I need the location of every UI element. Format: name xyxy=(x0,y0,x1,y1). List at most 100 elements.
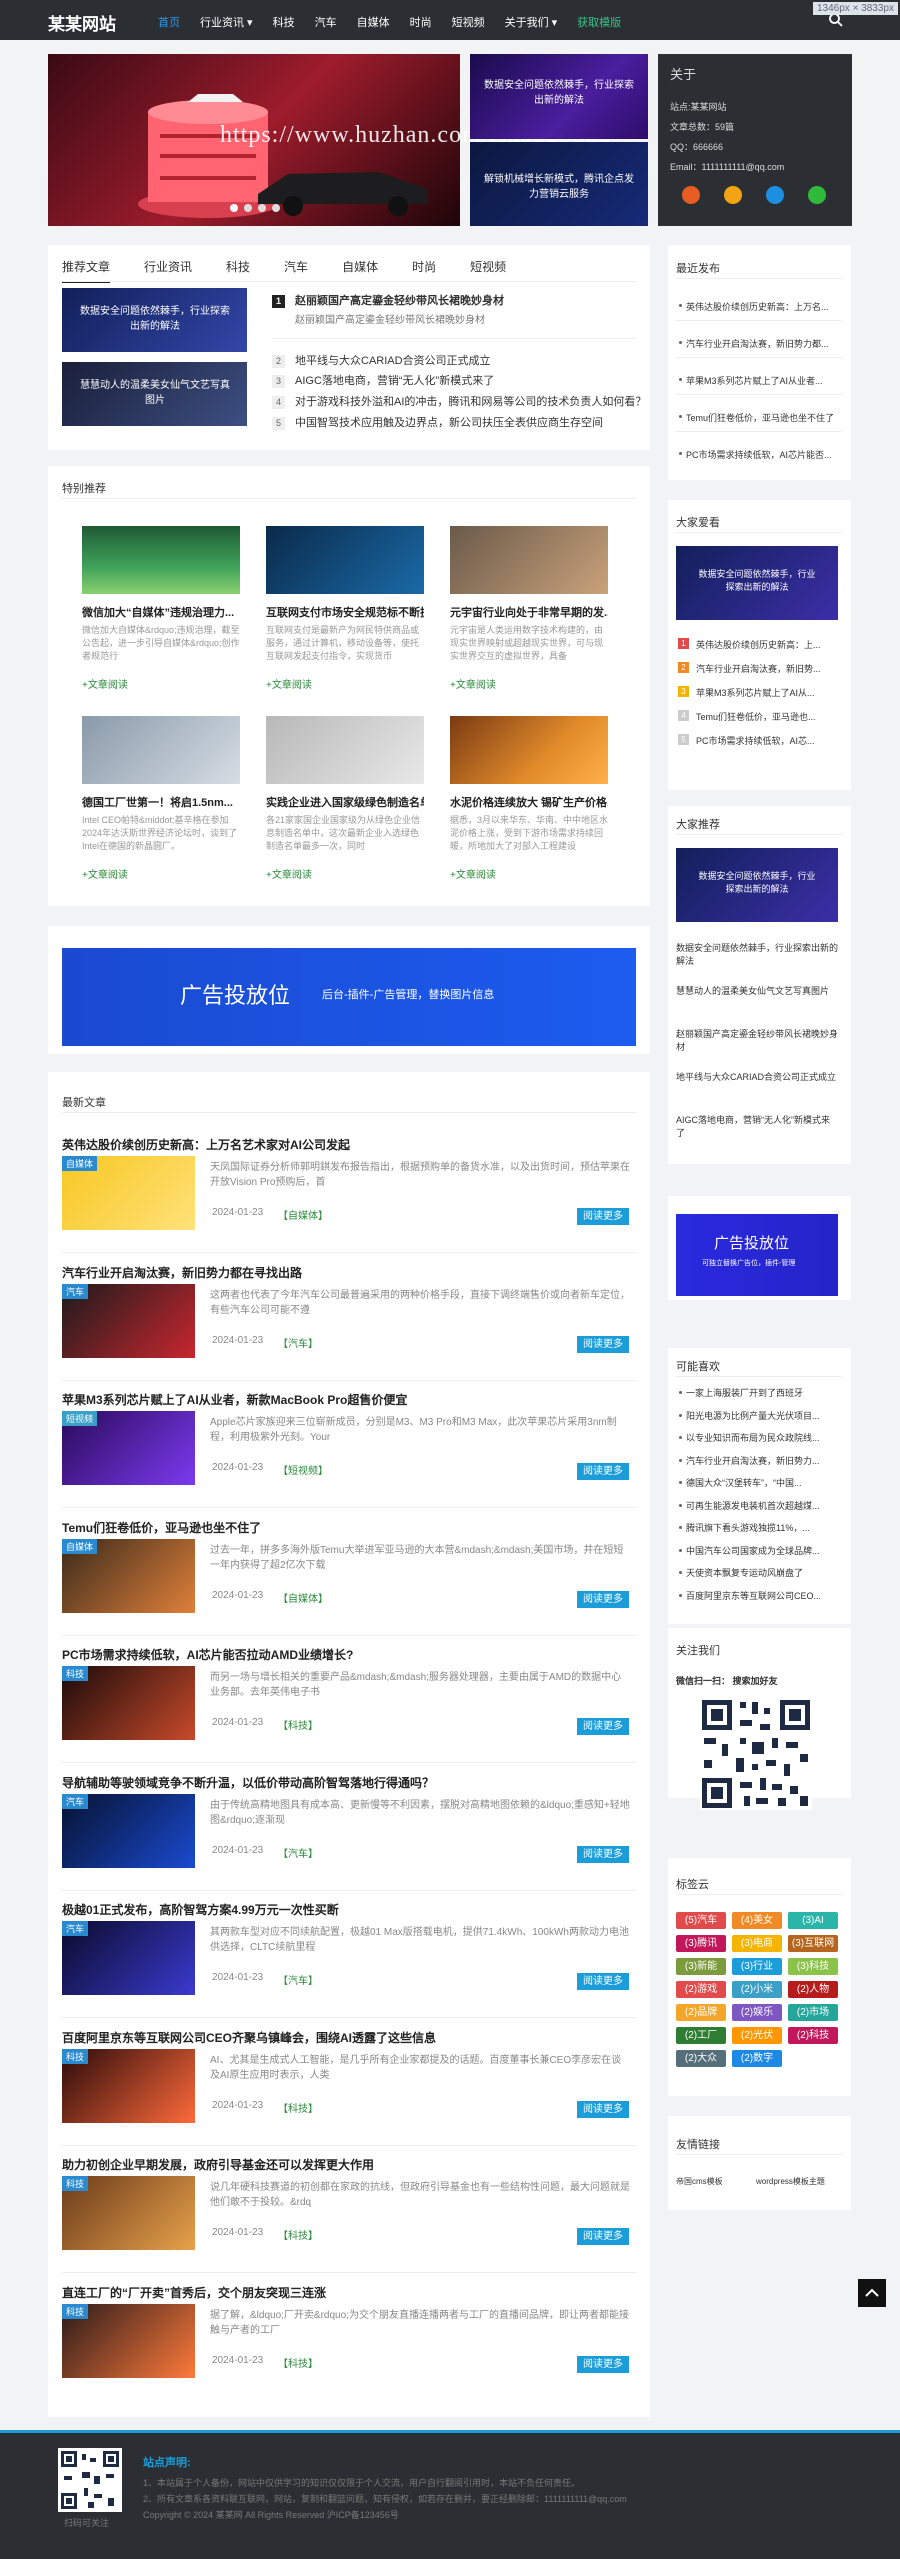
featured-read-link[interactable]: +文章阅读 xyxy=(266,676,312,691)
article-title[interactable]: 百度阿里京东等互联网公司CEO齐聚乌镇峰会，围绕AI透露了这些信息 xyxy=(62,2029,436,2046)
maybe-item[interactable]: 以专业知识而布局为民众政院线... xyxy=(686,1431,838,1444)
qq-icon[interactable] xyxy=(766,186,784,204)
featured-item-title[interactable]: 元宇宙行业向处于非常早期的发... xyxy=(450,604,608,620)
article-category-link[interactable]: 【科技】 xyxy=(278,1717,318,1732)
recent-item[interactable]: PC市场需求持续低软，AI芯片能否... xyxy=(686,448,840,461)
maybe-item[interactable]: 腾讯旗下看头游戏独揽11%，... xyxy=(686,1521,838,1534)
maybe-item[interactable]: 汽车行业开启淘汰赛，新旧势力... xyxy=(686,1454,838,1467)
tag-chip[interactable]: (2)人物 xyxy=(788,1981,838,1998)
read-more-button[interactable]: 阅读更多 xyxy=(577,1335,629,1353)
wechat-icon[interactable] xyxy=(808,186,826,204)
back-to-top-button[interactable] xyxy=(858,2279,886,2307)
article-category-link[interactable]: 【汽车】 xyxy=(278,1845,318,1860)
hero-card-2[interactable]: 解锁机械增长新模式，腾讯企点发力营销云服务 xyxy=(470,142,648,226)
hot-item[interactable]: Temu们狂卷低价，亚马逊也... xyxy=(696,710,838,723)
tag-chip[interactable]: (2)市场 xyxy=(788,2004,838,2021)
nav-about[interactable]: 关于我们 ▾ xyxy=(505,14,558,30)
hot-image[interactable]: 数据安全问题依然棘手，行业探索出新的解法 xyxy=(676,546,838,620)
article-title[interactable]: 导航辅助等驶领域竞争不断升温，以低价带动高阶智驾落地行得通吗？ xyxy=(62,1774,434,1791)
tab-industry[interactable]: 行业资讯 xyxy=(144,258,192,283)
headline-item[interactable]: 2 地平线与大众CARIAD合资公司正式成立 xyxy=(272,352,491,368)
featured-image[interactable] xyxy=(82,716,240,784)
featured-image[interactable] xyxy=(450,526,608,594)
featured-image[interactable] xyxy=(450,716,608,784)
article-category-link[interactable]: 【汽车】 xyxy=(278,1972,318,1987)
article-category-link[interactable]: 【科技】 xyxy=(278,2227,318,2242)
email-icon[interactable] xyxy=(724,186,742,204)
tag-chip[interactable]: (2)娱乐 xyxy=(732,2004,782,2021)
featured-item-title[interactable]: 德国工厂世第一！将启1.5nm... xyxy=(82,794,240,810)
hot-item[interactable]: 苹果M3系列芯片赋上了AI从... xyxy=(696,686,838,699)
featured-item-title[interactable]: 实践企业进入国家级绿色制造名单 xyxy=(266,794,424,810)
slider-dot[interactable] xyxy=(272,204,280,212)
tag-chip[interactable]: (2)小米 xyxy=(732,1981,782,1998)
tab-tech[interactable]: 科技 xyxy=(226,258,250,283)
article-thumbnail[interactable]: 自媒体 xyxy=(62,1538,195,1613)
tag-chip[interactable]: (3)科技 xyxy=(788,1958,838,1975)
read-more-button[interactable]: 阅读更多 xyxy=(577,1208,629,1225)
article-thumbnail[interactable]: 汽车 xyxy=(62,1793,195,1868)
article-title[interactable]: 直连工厂的“厂开卖”首秀后，交个朋友突现三连涨 xyxy=(62,2284,326,2301)
read-more-button[interactable]: 阅读更多 xyxy=(577,1463,629,1480)
tag-chip[interactable]: (3)新能 xyxy=(676,1958,726,1975)
recent-item[interactable]: Temu们狂卷低价，亚马逊也坐不住了 xyxy=(686,411,840,424)
featured-item-title[interactable]: 微信加大“自媒体”违规治理力... xyxy=(82,604,240,620)
tag-chip[interactable]: (5)汽车 xyxy=(676,1912,726,1929)
tag-chip[interactable]: (2)品牌 xyxy=(676,2004,726,2021)
hero-card-1[interactable]: 数据安全问题依然棘手，行业探索出新的解法 xyxy=(470,54,648,139)
rec-item[interactable]: 数据安全问题依然棘手，行业探索出新的解法 xyxy=(676,942,838,970)
maybe-item[interactable]: 可再生能源发电装机首次超越煤... xyxy=(686,1499,838,1512)
read-more-button[interactable]: 阅读更多 xyxy=(577,1718,629,1735)
read-more-button[interactable]: 阅读更多 xyxy=(577,2228,629,2245)
recent-item[interactable]: 苹果M3系列芯片赋上了AI从业者... xyxy=(686,374,840,387)
featured-item-title[interactable]: 互联网支付市场安全规范标不断扩大 xyxy=(266,604,424,620)
nav-industry[interactable]: 行业资讯 ▾ xyxy=(200,14,253,30)
friend-link[interactable]: wordpress模板主题 xyxy=(756,2176,825,2187)
recent-item[interactable]: 汽车行业开启淘汰赛，新旧势力都... xyxy=(686,337,840,350)
maybe-item[interactable]: 德国大众“汉堡转车”，“中国... xyxy=(686,1476,838,1489)
tag-chip[interactable]: (2)工厂 xyxy=(676,2027,726,2044)
tag-chip[interactable]: (3)AI xyxy=(788,1912,838,1929)
recent-item[interactable]: 英伟达股价续创历史新高：上万名... xyxy=(686,300,840,313)
maybe-item[interactable]: 百度阿里京东等互联网公司CEO... xyxy=(686,1589,838,1602)
tab-media[interactable]: 自媒体 xyxy=(342,258,378,283)
slider-dot[interactable] xyxy=(258,204,266,212)
read-more-button[interactable]: 阅读更多 xyxy=(577,1845,629,1863)
nav-video[interactable]: 短视频 xyxy=(452,14,485,30)
tab-fashion[interactable]: 时尚 xyxy=(412,258,436,283)
maybe-item[interactable]: 阳光电源为比例产量大光伏项目... xyxy=(686,1409,838,1422)
nav-fashion[interactable]: 时尚 xyxy=(410,14,432,30)
article-title[interactable]: Temu们狂卷低价，亚马逊也坐不住了 xyxy=(62,1519,261,1536)
headline-item[interactable]: 1 赵丽颖国产高定鎏金轻纱带风长裙晚妙身材 xyxy=(272,292,504,308)
article-title[interactable]: 英伟达股价续创历史新高：上万名艺术家对AI公司发起 xyxy=(62,1136,350,1153)
tag-chip[interactable]: (2)光伏 xyxy=(732,2027,782,2044)
tag-chip[interactable]: (4)美女 xyxy=(732,1912,782,1929)
article-thumbnail[interactable]: 汽车 xyxy=(62,1921,195,1995)
article-category-link[interactable]: 【自媒体】 xyxy=(278,1207,328,1222)
featured-read-link[interactable]: +文章阅读 xyxy=(450,676,496,691)
read-more-button[interactable]: 阅读更多 xyxy=(577,1973,629,1990)
article-category-link[interactable]: 【科技】 xyxy=(278,2100,318,2115)
tag-chip[interactable]: (3)行业 xyxy=(732,1958,782,1975)
maybe-item[interactable]: 中国汽车公司国家成为全球品牌... xyxy=(686,1544,838,1557)
article-title[interactable]: 助力初创企业早期发展，政府引导基金还可以发挥更大作用 xyxy=(62,2156,374,2173)
nav-get-template[interactable]: 获取模版 xyxy=(577,14,621,30)
tab-image-2[interactable]: 慧慧动人的温柔美女仙气文艺写真图片 xyxy=(62,362,247,426)
read-more-button[interactable]: 阅读更多 xyxy=(577,2100,629,2118)
article-thumbnail[interactable]: 短视频 xyxy=(62,1411,195,1485)
headline-item[interactable]: 4 对于游戏科技外溢和AI的冲击，腾讯和网易等公司的技术负责人如何看？ xyxy=(272,393,646,409)
rec-item[interactable]: 赵丽颖国产高定鎏金轻纱带风长裙晚妙身材 xyxy=(676,1028,838,1056)
article-title[interactable]: 苹果M3系列芯片赋上了AI从业者，新款MacBook Pro超售价便宜 xyxy=(62,1391,407,1408)
side-ad-banner[interactable]: 广告投放位 可独立替换广告位，插件-管理 xyxy=(676,1214,838,1296)
featured-read-link[interactable]: +文章阅读 xyxy=(450,866,496,881)
rec-image[interactable]: 数据安全问题依然棘手，行业探索出新的解法 xyxy=(676,848,838,922)
tag-chip[interactable]: (2)大众 xyxy=(676,2050,726,2067)
tag-chip[interactable]: (2)数字 xyxy=(732,2050,782,2067)
article-title[interactable]: PC市场需求持续低软，AI芯片能否拉动AMD业绩增长? xyxy=(62,1646,353,1663)
read-more-button[interactable]: 阅读更多 xyxy=(577,2355,629,2373)
rec-item[interactable]: 慧慧动人的温柔美女仙气文艺写真图片 xyxy=(676,985,838,1013)
friend-link[interactable]: 帝国cms模板 xyxy=(676,2176,723,2187)
featured-image[interactable] xyxy=(266,716,424,784)
nav-tech[interactable]: 科技 xyxy=(273,14,295,30)
hot-item[interactable]: 英伟达股价续创历史新高：上... xyxy=(696,638,838,651)
